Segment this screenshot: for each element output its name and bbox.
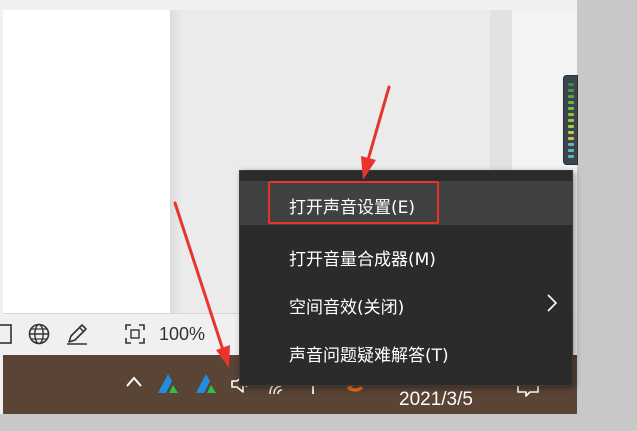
ink-icon[interactable] [64,321,90,347]
taskbar-date[interactable]: 2021/3/5 [399,389,473,411]
highlight-box [268,181,439,224]
menu-item-spatial-sound[interactable]: 空间音效(关闭) [240,281,572,325]
web-layout-icon[interactable] [26,321,52,347]
document-page [3,10,170,313]
page-shadow [170,10,184,313]
menu-item-label: 打开音量合成器(M) [289,250,436,270]
menu-item-troubleshoot-sound[interactable]: 声音问题疑难解答(T) [240,329,572,373]
volume-meter-widget[interactable] [563,75,578,165]
chevron-right-icon [547,294,558,312]
chevron-up-icon[interactable] [124,372,144,392]
menu-item-label: 声音问题疑难解答(T) [289,346,449,366]
app-a-icon[interactable] [194,372,218,394]
app-a-icon[interactable] [156,372,180,394]
menu-item-label: 空间音效(关闭) [289,298,405,318]
page-layout-icon[interactable] [0,321,18,347]
zoom-level[interactable]: 100% [159,324,205,345]
window-frame-right [577,0,637,431]
window-frame-bottom [0,414,637,431]
focus-icon[interactable] [122,321,148,347]
menu-item-open-volume-mixer[interactable]: 打开音量合成器(M) [240,233,572,277]
